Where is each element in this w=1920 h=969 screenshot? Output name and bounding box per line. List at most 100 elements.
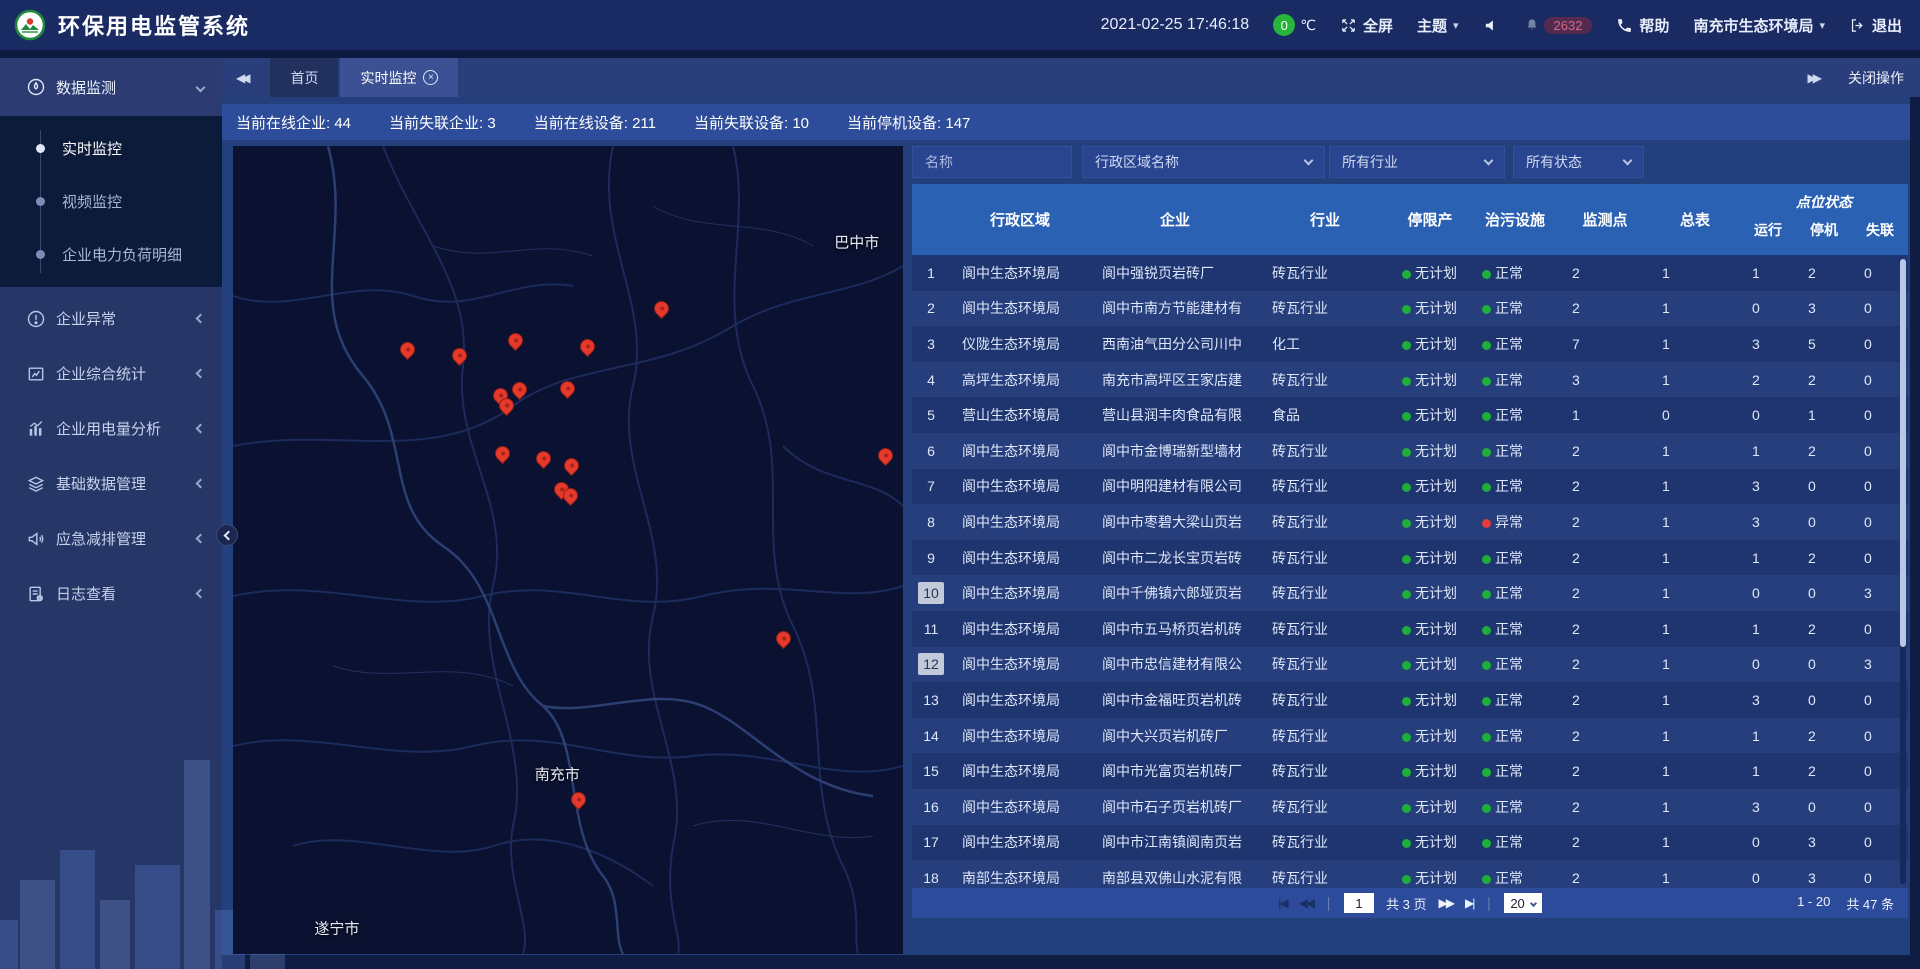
table-row[interactable]: 10阆中生态环境局阆中千佛镇六郎垭页岩砖瓦行业无计划正常21003 [912,575,1908,611]
sidebar-item[interactable]: 应急减排管理 [0,511,222,566]
tabs-scroll-left-icon[interactable]: ◀◀ [236,71,250,85]
table-row[interactable]: 16阆中生态环境局阆中市石子页岩机砖厂砖瓦行业无计划正常21300 [912,789,1908,825]
sidebar-item[interactable]: 基础数据管理 [0,456,222,511]
pagination-bar: |◀ ◀◀ ∣ 共 3 页 ▶▶ ▶| ∣ 20 1 - 20 共 47 条 [912,888,1908,918]
org-dropdown[interactable]: 南充市生态环境局▾ [1693,15,1825,36]
cell-total-meter: 0 [1650,407,1740,423]
sidebar-submenu: 实时监控视频监控企业电力负荷明细 [0,116,222,287]
map-pin[interactable] [495,446,511,462]
tabs-scroll-right-icon[interactable]: ▶▶ [1808,71,1822,85]
table-row[interactable]: 5营山生态环境局营山县润丰肉食品有限食品无计划正常10010 [912,397,1908,433]
notifications-button[interactable]: 2632 [1524,17,1593,34]
cell-industry: 砖瓦行业 [1260,441,1390,461]
map-pin[interactable] [563,488,579,504]
map-collapse-button[interactable] [216,524,238,546]
table-row[interactable]: 11阆中生态环境局阆中市五马桥页岩机砖砖瓦行业无计划正常21120 [912,611,1908,647]
cell-treatment-status: 正常 [1470,690,1560,710]
sidebar-item[interactable]: 企业异常 [0,291,222,346]
table-row[interactable]: 17阆中生态环境局阆中市江南镇阆南页岩砖瓦行业无计划正常21030 [912,825,1908,861]
pagination-range-label: 1 - 20 共 47 条 [1797,894,1894,913]
sidebar-item[interactable]: 数据监测 [0,58,222,116]
table-row[interactable]: 3仪陇生态环境局西南油气田分公司川中化工无计划正常71350 [912,326,1908,362]
cell-treatment-status: 正常 [1470,548,1560,568]
pin-icon [651,298,672,319]
map-pin[interactable] [560,381,576,397]
map-pin[interactable] [564,458,580,474]
pagination-first-button[interactable]: |◀ [1278,896,1286,910]
chevron-left-icon [196,479,206,489]
map-pin[interactable] [776,631,792,647]
map-pin[interactable] [654,301,670,317]
pagination-last-button[interactable]: ▶| [1465,896,1473,910]
pagination-prev-button[interactable]: ◀◀ [1299,896,1313,910]
table-row[interactable]: 7阆中生态环境局阆中明阳建材有限公司砖瓦行业无计划正常21300 [912,469,1908,505]
stat-value: 44 [334,115,351,132]
cell-limit-status: 无计划 [1390,619,1470,639]
map-pin[interactable] [571,792,587,808]
green-dot-icon [1482,804,1491,813]
map-pin[interactable] [878,448,894,464]
table-row[interactable]: 15阆中生态环境局阆中市光富页岩机砖厂砖瓦行业无计划正常21120 [912,753,1908,789]
logout-button[interactable]: 退出 [1849,15,1902,36]
fullscreen-button[interactable]: 全屏 [1340,15,1393,36]
sidebar-subitem-label: 实时监控 [62,138,122,159]
tab-realtime-monitor[interactable]: 实时监控× [340,58,458,97]
map-pin[interactable] [452,348,468,364]
scrollbar-thumb[interactable] [1900,259,1906,647]
sidebar-subitem[interactable]: 实时监控 [0,122,222,175]
sidebar-item[interactable]: 企业用电量分析 [0,401,222,456]
help-button[interactable]: 帮助 [1616,15,1669,36]
table-row[interactable]: 1阆中生态环境局阆中强锐页岩砖厂砖瓦行业无计划正常21120 [912,255,1908,291]
region-filter-select[interactable]: 行政区域名称 [1082,146,1325,178]
sidebar-item[interactable]: 日志查看 [0,566,222,621]
table-row[interactable]: 6阆中生态环境局阆中市金博瑞新型墙材砖瓦行业无计划正常21120 [912,433,1908,469]
map-canvas[interactable]: 巴中市南充市遂宁市 [233,146,903,954]
table-row[interactable]: 13阆中生态环境局阆中市金福旺页岩机砖砖瓦行业无计划正常21300 [912,682,1908,718]
map-pin[interactable] [536,451,552,467]
table-row[interactable]: 14阆中生态环境局阆中大兴页岩机砖厂砖瓦行业无计划正常21120 [912,718,1908,754]
table-row[interactable]: 18南部生态环境局南部县双佛山水泥有限砖瓦行业无计划正常21030 [912,860,1908,888]
mute-button[interactable] [1483,17,1500,34]
status-filter-select[interactable]: 所有状态 [1513,146,1644,178]
table-row[interactable]: 2阆中生态环境局阆中市南方节能建材有砖瓦行业无计划正常21030 [912,291,1908,327]
sidebar-item[interactable]: 企业综合统计 [0,346,222,401]
table-row[interactable]: 8阆中生态环境局阆中市枣碧大梁山页岩砖瓦行业无计划异常21300 [912,504,1908,540]
map-pin[interactable] [512,382,528,398]
map-pin[interactable] [580,339,596,355]
cell-region: 阆中生态环境局 [950,797,1090,817]
cell-company: 阆中市五马桥页岩机砖 [1090,619,1260,639]
green-dot-icon [1482,305,1491,314]
table-scrollbar[interactable] [1900,259,1906,884]
cell-company: 南部县双佛山水泥有限 [1090,868,1260,888]
column-header: 行政区域 [950,184,1090,255]
map-pin[interactable] [508,333,524,349]
pagination-next-button[interactable]: ▶▶ [1439,896,1453,910]
table-row[interactable]: 12阆中生态环境局阆中市忠信建材有限公砖瓦行业无计划正常21003 [912,647,1908,683]
page-size-select[interactable]: 20 [1504,893,1541,913]
table-row[interactable]: 9阆中生态环境局阆中市二龙长宝页岩砖砖瓦行业无计划正常21120 [912,540,1908,576]
row-index: 13 [912,692,950,708]
name-filter-input[interactable] [912,146,1072,178]
table-row[interactable]: 4高坪生态环境局南充市高坪区王家店建砖瓦行业无计划正常31220 [912,362,1908,398]
close-operations-button[interactable]: 关闭操作 [1848,68,1904,88]
row-index: 10 [912,582,950,604]
tab-home[interactable]: 首页 [270,58,338,97]
industry-filter-select[interactable]: 所有行业 [1329,146,1505,178]
cell-region: 阆中生态环境局 [950,761,1090,781]
green-dot-icon [1402,875,1411,884]
row-index: 6 [912,443,950,459]
enterprise-table: 行政区域企业行业停限产治污设施监测点总表点位状态运行停机失联 1阆中生态环境局阆… [912,184,1908,918]
cell-monitor-points: 1 [1560,407,1650,423]
tab-close-icon[interactable]: × [423,70,438,85]
map-pin[interactable] [400,342,416,358]
page-number-input[interactable] [1344,893,1374,913]
cell-monitor-points: 2 [1560,514,1650,530]
sidebar-subitem[interactable]: 视频监控 [0,175,222,228]
cell-monitor-points: 2 [1560,656,1650,672]
sidebar-subitem[interactable]: 企业电力负荷明细 [0,228,222,281]
theme-dropdown[interactable]: 主题▾ [1417,15,1459,36]
stat-value: 147 [945,115,970,132]
stat-item: 当前在线企业: 44 [236,112,351,133]
map-pin[interactable] [499,398,515,414]
stats-bar: 当前在线企业: 44当前失联企业: 3当前在线设备: 211当前失联设备: 10… [222,104,1910,140]
